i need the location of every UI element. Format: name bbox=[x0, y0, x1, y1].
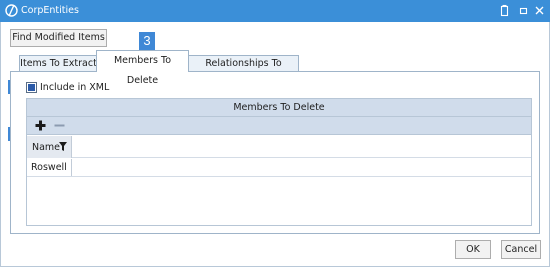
members-grid: Members To Delete Name Roswell bbox=[26, 98, 532, 226]
restore-icon[interactable] bbox=[497, 3, 513, 19]
table-row[interactable]: Roswell bbox=[27, 159, 531, 177]
column-header-name-label: Name bbox=[32, 142, 61, 153]
minus-icon[interactable] bbox=[54, 120, 65, 131]
grid-column-header-row: Name bbox=[27, 136, 531, 158]
find-modified-items-button[interactable]: Find Modified Items bbox=[10, 29, 107, 47]
grid-title: Members To Delete bbox=[27, 99, 531, 117]
include-in-xml-label: Include in XML bbox=[40, 82, 110, 93]
close-icon[interactable] bbox=[532, 3, 548, 19]
annotation-badge-3: 3 bbox=[139, 32, 155, 50]
minimize-icon[interactable] bbox=[516, 3, 532, 19]
filter-icon[interactable] bbox=[59, 142, 67, 151]
column-header-name[interactable]: Name bbox=[27, 136, 72, 158]
checkbox-checked-mark bbox=[28, 84, 35, 91]
plus-icon[interactable] bbox=[35, 120, 46, 131]
cancel-button[interactable]: Cancel bbox=[501, 240, 541, 259]
row-name-text: Roswell bbox=[31, 162, 67, 173]
include-in-xml-checkbox[interactable] bbox=[26, 82, 37, 93]
ok-button[interactable]: OK bbox=[455, 240, 491, 259]
table-cell-name: Roswell bbox=[27, 159, 72, 176]
grid-toolbar bbox=[27, 117, 531, 135]
tab-items-to-extract[interactable]: Items To Extract bbox=[19, 55, 98, 71]
tab-members-to-delete[interactable]: Members To Delete bbox=[96, 50, 189, 86]
title-bar: CorpEntities bbox=[0, 0, 550, 22]
app-logo-icon bbox=[5, 4, 18, 17]
tab-relationships-to-delete[interactable]: Relationships To Delete bbox=[188, 55, 299, 84]
window-title: CorpEntities bbox=[21, 5, 79, 16]
